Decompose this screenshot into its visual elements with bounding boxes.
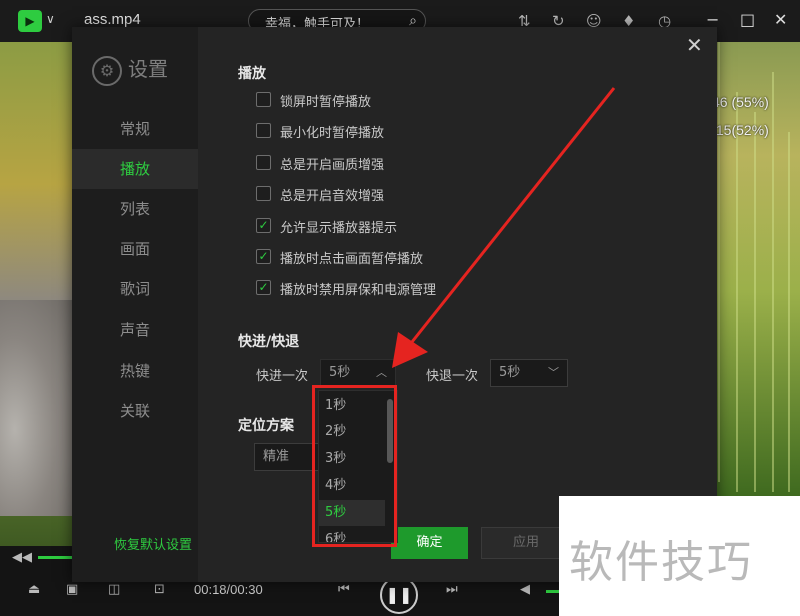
- settings-header: ⚙ 设置: [92, 53, 168, 86]
- frame-icon[interactable]: ▣: [66, 582, 78, 597]
- checkbox[interactable]: [256, 92, 271, 107]
- watermark-panel: 软件技巧: [559, 496, 800, 616]
- app-menu-chevron-icon[interactable]: ∨: [46, 12, 55, 26]
- chevron-up-icon: ︿: [376, 366, 387, 379]
- settings-nav: ⚙ 设置 常规 播放 列表 画面 歌词 声音 热键 关联: [72, 27, 198, 582]
- option-label: 播放时禁用屏保和电源管理: [280, 283, 437, 298]
- option-label: 总是开启画质增强: [280, 158, 385, 173]
- ok-button[interactable]: 确定: [391, 527, 468, 559]
- forward-label: 快进一次: [256, 369, 309, 384]
- rewind-icon[interactable]: ◀◀: [12, 550, 32, 565]
- backward-label: 快退一次: [426, 369, 479, 384]
- nav-item-list[interactable]: 列表: [72, 189, 198, 229]
- eject-icon[interactable]: ⏏: [28, 582, 40, 597]
- previous-icon[interactable]: ⏮: [338, 582, 350, 597]
- nav-item-hotkeys[interactable]: 热键: [72, 351, 198, 391]
- app-logo-icon[interactable]: ▶: [18, 10, 42, 32]
- screenshot-icon[interactable]: ⊡: [154, 582, 165, 597]
- checkbox-checked[interactable]: ✓: [256, 280, 271, 295]
- position-select[interactable]: 精准: [254, 443, 320, 471]
- option-label: 锁屏时暂停播放: [280, 95, 372, 110]
- checkbox-checked[interactable]: ✓: [256, 218, 271, 233]
- highlight-box: [312, 385, 397, 547]
- gear-icon: ⚙: [92, 55, 122, 86]
- section-title-position: 定位方案: [238, 418, 294, 434]
- forward-select-value: 5秒: [329, 365, 351, 380]
- option-label: 总是开启音效增强: [280, 189, 385, 204]
- checkbox-checked[interactable]: ✓: [256, 249, 271, 264]
- backward-select-value: 5秒: [499, 365, 521, 380]
- restore-defaults-link[interactable]: 恢复默认设置: [114, 534, 192, 553]
- option-label: 最小化时暂停播放: [280, 126, 385, 141]
- nav-item-picture[interactable]: 画面: [72, 229, 198, 269]
- playback-time: 00:18/00:30: [194, 582, 263, 597]
- position-select-value: 精准: [263, 449, 290, 464]
- video-animal-fur: [0, 300, 74, 516]
- checkbox[interactable]: [256, 155, 271, 170]
- chevron-down-icon: ﹀: [548, 366, 559, 379]
- file-title: ass.mp4: [84, 11, 141, 28]
- volume-icon[interactable]: ◀: [520, 582, 530, 597]
- checkbox[interactable]: [256, 186, 271, 201]
- nav-item-playback[interactable]: 播放: [72, 149, 198, 189]
- screen: ▶ ∨ ass.mp4 幸福，触手可及！ ⌕ ⇅ ↻ ☺ ♦ ◷ − □ ✕ 4…: [0, 0, 800, 616]
- checkbox[interactable]: [256, 123, 271, 138]
- apply-button[interactable]: 应用: [481, 527, 571, 559]
- progress-bar[interactable]: [38, 556, 72, 559]
- backward-select[interactable]: 5秒 ﹀: [490, 359, 568, 387]
- nav-item-association[interactable]: 关联: [72, 391, 198, 431]
- settings-title: 设置: [128, 57, 168, 81]
- vr-icon[interactable]: ◫: [108, 582, 120, 597]
- forward-select[interactable]: 5秒 ︿: [320, 359, 396, 387]
- nav-item-lyrics[interactable]: 歌词: [72, 269, 198, 309]
- option-label: 允许显示播放器提示: [280, 221, 398, 236]
- overlay-stat-line-1: 46 (55%): [712, 94, 769, 110]
- overlay-stat-line-2: :15(52%): [712, 122, 769, 138]
- watermark-text: 软件技巧: [569, 537, 753, 588]
- nav-item-sound[interactable]: 声音: [72, 310, 198, 350]
- section-title-seek: 快进/快退: [238, 334, 300, 350]
- close-window-icon[interactable]: ✕: [774, 10, 787, 29]
- section-title-playback: 播放: [238, 66, 266, 82]
- nav-item-general[interactable]: 常规: [72, 109, 198, 149]
- video-right-visible: [708, 42, 800, 496]
- option-label: 播放时点击画面暂停播放: [280, 252, 424, 267]
- maximize-icon[interactable]: □: [740, 10, 755, 29]
- next-icon[interactable]: ⏭: [446, 582, 458, 597]
